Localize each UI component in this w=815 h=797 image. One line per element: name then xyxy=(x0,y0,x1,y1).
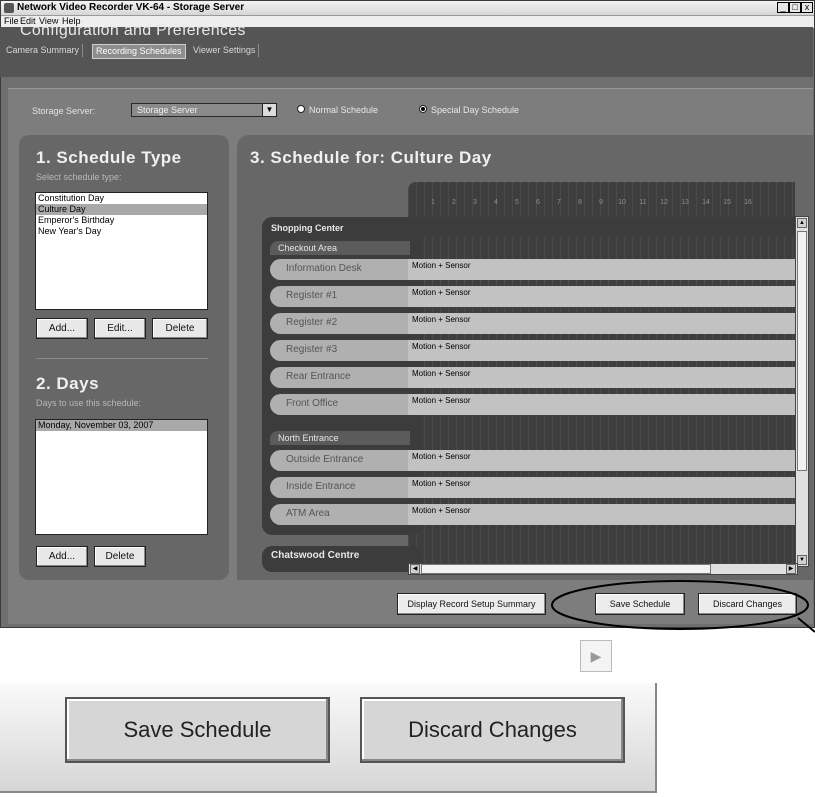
schedule-mode: Motion + Sensor xyxy=(412,261,471,270)
hour-label: 16 xyxy=(744,199,752,206)
highlight-ellipse xyxy=(551,580,815,633)
menu-file[interactable]: File xyxy=(4,16,19,26)
special-day-schedule-label: Special Day Schedule xyxy=(431,105,520,115)
schedule-mode: Motion + Sensor xyxy=(412,452,471,461)
area-row: Checkout Area xyxy=(270,241,410,255)
hour-label: 11 xyxy=(639,199,647,206)
schedule-mode: Motion + Sensor xyxy=(412,479,471,488)
list-item[interactable]: New Year's Day xyxy=(36,226,207,237)
list-item[interactable]: Culture Day xyxy=(36,204,207,215)
camera-schedule-bar[interactable]: Motion + Sensor xyxy=(408,313,795,334)
normal-schedule-label: Normal Schedule xyxy=(309,105,379,115)
window-title: Network Video Recorder VK-64 - Storage S… xyxy=(17,2,245,13)
camera-label: Information Desk xyxy=(286,263,362,274)
camera-label: Register #3 xyxy=(286,344,338,355)
divider xyxy=(36,358,208,359)
tab-viewer-settings[interactable]: Viewer Settings xyxy=(190,44,260,57)
camera-schedule-bar[interactable]: Motion + Sensor xyxy=(408,367,795,388)
hour-label: 13 xyxy=(681,199,689,206)
days-subtitle: Days to use this schedule: xyxy=(36,398,142,408)
schedule-mode: Motion + Sensor xyxy=(412,288,471,297)
add-schedule-type-button[interactable]: Add... xyxy=(36,318,88,339)
hour-label: 9 xyxy=(599,199,603,206)
vertical-scroll-thumb[interactable] xyxy=(797,231,807,471)
schedule-mode: Motion + Sensor xyxy=(412,369,471,378)
video-recorder-icon xyxy=(4,3,14,13)
camera-label: ATM Area xyxy=(286,508,330,519)
hour-label: 12 xyxy=(660,199,668,206)
group-title-chatswood-centre: Chatswood Centre xyxy=(271,550,360,561)
camera-schedule-bar[interactable]: Motion + Sensor xyxy=(408,504,795,525)
edit-schedule-type-button[interactable]: Edit... xyxy=(94,318,146,339)
storage-server-select[interactable]: Storage Server xyxy=(131,103,277,117)
tab-recording-schedules[interactable]: Recording Schedules xyxy=(92,44,186,59)
days-list[interactable]: Monday, November 03, 2007 xyxy=(35,419,208,535)
list-item[interactable]: Emperor's Birthday xyxy=(36,215,207,226)
camera-label: Register #2 xyxy=(286,317,338,328)
hour-label: 6 xyxy=(536,199,540,206)
list-item[interactable]: Monday, November 03, 2007 xyxy=(36,420,207,431)
normal-schedule-radio[interactable] xyxy=(297,105,305,113)
storage-server-label: Storage Server: xyxy=(32,106,96,116)
camera-label: Register #1 xyxy=(286,290,338,301)
camera-schedule-bar[interactable]: Motion + Sensor xyxy=(408,394,795,415)
vertical-scrollbar[interactable]: ▲ ▼ xyxy=(795,216,809,567)
minimize-button[interactable]: _ xyxy=(777,2,789,13)
hour-label: 2 xyxy=(452,199,456,206)
hour-label: 1 xyxy=(431,199,435,206)
save-schedule-button-zoomed[interactable]: Save Schedule xyxy=(65,697,330,763)
arrow-down-icon[interactable]: ▼ xyxy=(797,555,807,565)
camera-label: Front Office xyxy=(286,398,339,409)
arrow-right-icon[interactable]: ▶ xyxy=(580,640,612,672)
hour-label: 4 xyxy=(494,199,498,206)
close-button[interactable]: x xyxy=(801,2,813,13)
camera-label: Outside Entrance xyxy=(286,454,364,465)
arrow-right-icon[interactable]: ▶ xyxy=(786,564,796,574)
schedule-type-title: 1. Schedule Type xyxy=(36,148,182,167)
camera-schedule-bar[interactable]: Motion + Sensor xyxy=(408,340,795,361)
schedule-type-list[interactable]: Constitution Day Culture Day Emperor's B… xyxy=(35,192,208,310)
chevron-down-icon[interactable]: ▼ xyxy=(262,103,277,117)
page-title: Configuration and Preferences xyxy=(20,22,246,39)
camera-schedule-bar[interactable]: Motion + Sensor xyxy=(408,450,795,471)
delete-schedule-type-button[interactable]: Delete xyxy=(152,318,208,339)
add-day-button[interactable]: Add... xyxy=(36,546,88,567)
hour-label: 10 xyxy=(618,199,626,206)
discard-changes-button-zoomed[interactable]: Discard Changes xyxy=(360,697,625,763)
delete-day-button[interactable]: Delete xyxy=(94,546,146,567)
title-bar[interactable]: Network Video Recorder VK-64 - Storage S… xyxy=(1,1,814,16)
arrow-up-icon[interactable]: ▲ xyxy=(797,218,807,228)
schedule-type-subtitle: Select schedule type: xyxy=(36,172,122,182)
arrow-left-icon[interactable]: ◀ xyxy=(410,564,420,574)
camera-schedule-bar[interactable]: Motion + Sensor xyxy=(408,477,795,498)
camera-schedule-bar[interactable]: Motion + Sensor xyxy=(408,259,795,280)
horizontal-scroll-thumb[interactable] xyxy=(421,564,711,574)
schedule-mode: Motion + Sensor xyxy=(412,342,471,351)
camera-label: Inside Entrance xyxy=(286,481,356,492)
hour-label: 5 xyxy=(515,199,519,206)
group-title-shopping-center: Shopping Center xyxy=(271,223,344,233)
schedule-title: 3. Schedule for: Culture Day xyxy=(250,148,492,167)
hour-label: 7 xyxy=(557,199,561,206)
hour-label: 14 xyxy=(702,199,710,206)
camera-schedule-bar[interactable]: Motion + Sensor xyxy=(408,286,795,307)
hour-label: 15 xyxy=(723,199,731,206)
tab-camera-summary[interactable]: Camera Summary xyxy=(3,44,84,57)
group-header-band xyxy=(408,217,795,237)
horizontal-scrollbar[interactable]: ◀ ▶ xyxy=(408,563,798,575)
special-day-schedule-radio[interactable] xyxy=(419,105,427,113)
maximize-button[interactable]: □ xyxy=(789,2,801,13)
area-row: North Entrance xyxy=(270,431,410,445)
schedule-mode: Motion + Sensor xyxy=(412,506,471,515)
days-title: 2. Days xyxy=(36,374,100,393)
camera-label: Rear Entrance xyxy=(286,371,351,382)
hour-label: 8 xyxy=(578,199,582,206)
schedule-mode: Motion + Sensor xyxy=(412,315,471,324)
hour-label: 3 xyxy=(473,199,477,206)
schedule-mode: Motion + Sensor xyxy=(412,396,471,405)
display-record-setup-summary-button[interactable]: Display Record Setup Summary xyxy=(397,593,546,615)
list-item[interactable]: Constitution Day xyxy=(36,193,207,204)
area-label: Checkout Area xyxy=(278,243,338,253)
area-label: North Entrance xyxy=(278,433,339,443)
